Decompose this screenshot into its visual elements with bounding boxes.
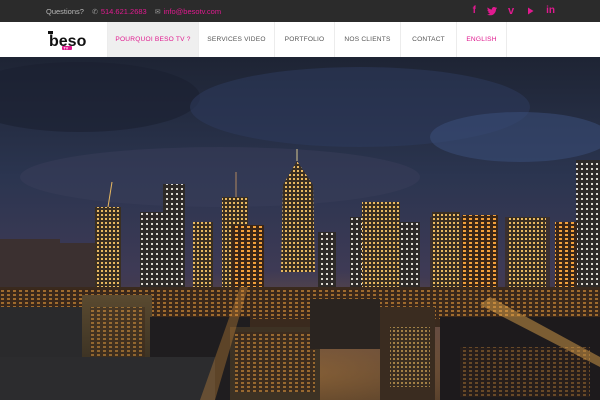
site-header: beso TV POURQUOI BESO TV ? SERVICES VIDE…	[0, 22, 600, 58]
twitter-icon[interactable]	[486, 5, 498, 17]
beso-logo[interactable]: beso TV	[48, 29, 96, 51]
social-links: f v in	[473, 0, 555, 22]
city-skyline-illustration	[0, 57, 600, 400]
vimeo-icon[interactable]: v	[508, 5, 514, 17]
nav-contact[interactable]: CONTACT	[400, 22, 456, 57]
nav-pourquoi-beso-tv[interactable]: POURQUOI BESO TV ?	[107, 22, 198, 57]
email-link[interactable]: ✉ info@besotv.com	[155, 7, 221, 16]
top-bar: Questions? ✆ 514.621.2683 ✉ info@besotv.co…	[0, 0, 600, 22]
main-nav: POURQUOI BESO TV ? SERVICES VIDEO PORTFO…	[107, 22, 507, 57]
logo-subtext: TV	[64, 46, 69, 50]
youtube-icon[interactable]	[524, 5, 536, 17]
questions-label: Questions?	[46, 6, 84, 16]
phone-icon: ✆	[91, 8, 98, 16]
phone-link[interactable]: ✆ 514.621.2683	[92, 7, 147, 16]
phone-number[interactable]: 514.621.2683	[101, 7, 147, 16]
facebook-icon[interactable]: f	[473, 6, 476, 16]
hero-skyline-image	[0, 57, 600, 400]
nav-portfolio[interactable]: PORTFOLIO	[274, 22, 334, 57]
contact-info: Questions? ✆ 514.621.2683 ✉ info@besotv.co…	[46, 0, 221, 22]
email-address[interactable]: info@besotv.com	[164, 7, 222, 16]
nav-language-english[interactable]: ENGLISH	[456, 22, 507, 57]
nav-services-video[interactable]: SERVICES VIDEO	[198, 22, 274, 57]
mail-icon: ✉	[154, 8, 161, 16]
nav-nos-clients[interactable]: NOS CLIENTS	[334, 22, 400, 57]
linkedin-icon[interactable]: in	[546, 6, 555, 16]
